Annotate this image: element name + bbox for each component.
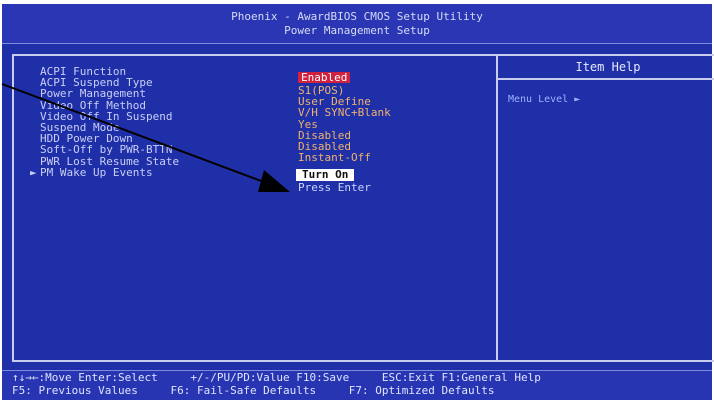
value-pwr-lost-resume-state[interactable]: Turn On [296,169,355,181]
value-row: Enabled [298,66,468,85]
settings-menu: ACPI Function ACPI Suspend Type Power Ma… [30,66,290,178]
value-soft-off-by-pwr-bttn[interactable]: Instant-Off [298,152,468,163]
footer-optimized-defaults: F7: Optimized Defaults [348,384,495,397]
submenu-arrow-icon: ► [30,165,37,179]
title-line-1: Phoenix - AwardBIOS CMOS Setup Utility [231,10,483,23]
value-video-off-method[interactable]: V/H SYNC+Blank [298,107,468,118]
bios-screen: Phoenix - AwardBIOS CMOS Setup Utility P… [2,4,714,400]
footer-move-select: ↑↓→←:Move Enter:Select [12,371,158,384]
value-pm-wake-up-events[interactable]: Press Enter [298,182,468,193]
footer-previous-values: F5: Previous Values [12,384,138,397]
key-help-footer: ↑↓→←:Move Enter:Select +/-/PU/PD:Value F… [2,370,712,400]
footer-value-save: +/-/PU/PD:Value F10:Save [190,371,350,384]
menu-level-text: Menu Level ► [508,94,581,105]
title-line-2: Power Management Setup [284,24,430,37]
footer-exit-help: ESC:Exit F1:General Help [381,371,541,384]
value-row: Turn On [296,163,468,182]
value-acpi-function[interactable]: Enabled [298,72,351,84]
panel-divider [496,56,498,360]
settings-values: Enabled S1(POS) User Define V/H SYNC+Bla… [296,66,468,194]
menu-item-pm-wake-up-events[interactable]: ► PM Wake Up Events [30,167,290,178]
footer-line-2: F5: Previous Values F6: Fail-Safe Defaul… [12,384,712,397]
title-bar: Phoenix - AwardBIOS CMOS Setup Utility P… [2,4,712,44]
item-help-header: Item Help [498,56,714,80]
footer-fail-safe-defaults: F6: Fail-Safe Defaults [170,384,317,397]
menu-item-label: PM Wake Up Events [40,165,153,179]
footer-line-1: ↑↓→←:Move Enter:Select +/-/PU/PD:Value F… [12,371,712,384]
